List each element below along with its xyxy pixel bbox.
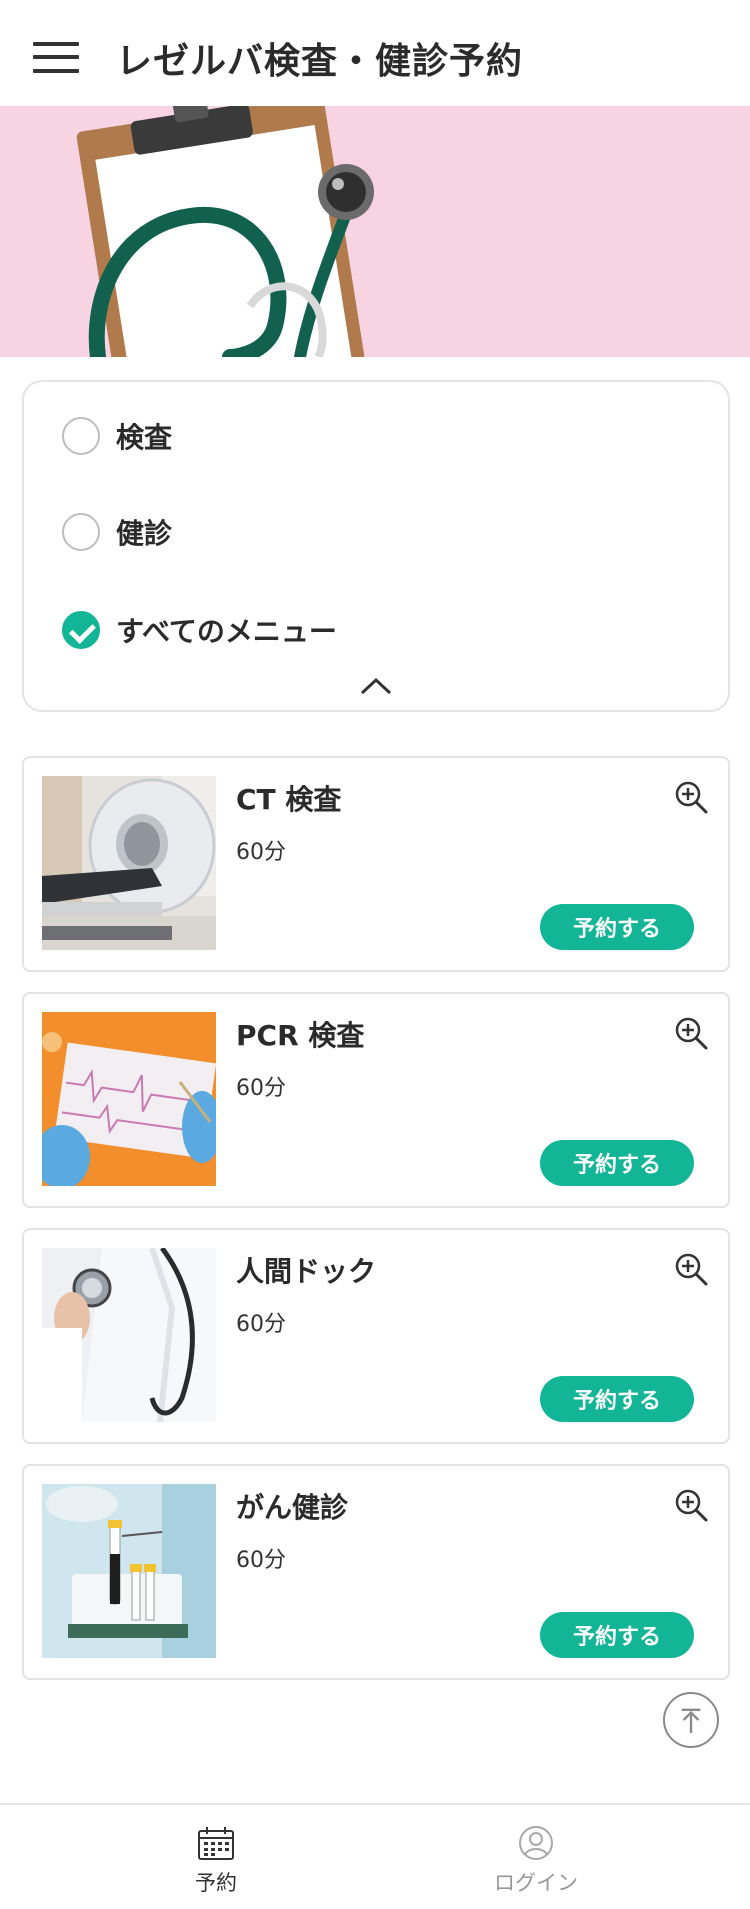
zoom-in-icon[interactable]	[674, 1016, 708, 1050]
menu-card-ct: CT 検査 60分 予約する	[22, 756, 730, 972]
filter-option-kensa[interactable]: 検査	[62, 414, 172, 458]
chevron-up-icon[interactable]	[360, 676, 392, 696]
calendar-icon	[198, 1827, 234, 1860]
bottom-navigation: 予約 ログイン	[0, 1803, 750, 1909]
nav-label-login: ログイン	[494, 1871, 578, 1895]
hamburger-menu-icon[interactable]	[33, 40, 79, 74]
nav-item-login[interactable]: ログイン	[436, 1805, 636, 1909]
menu-duration: 60分	[236, 1548, 286, 1573]
radio-button-kenshin[interactable]	[62, 513, 100, 551]
radio-button-kensa[interactable]	[62, 417, 100, 455]
menu-card-ningen-dock: 人間ドック 60分 予約する	[22, 1228, 730, 1444]
gloved-hands-ecg-chart-photo	[42, 1012, 216, 1186]
app-title: レゼルバ検査・健診予約	[116, 41, 524, 82]
app-header: レゼルバ検査・健診予約	[0, 0, 750, 106]
zoom-in-icon[interactable]	[674, 1488, 708, 1522]
filter-option-kenshin[interactable]: 健診	[62, 510, 172, 554]
nav-item-reservation[interactable]: 予約	[116, 1805, 316, 1909]
hero-banner	[0, 106, 750, 357]
menu-card-pcr: PCR 検査 60分 予約する	[22, 992, 730, 1208]
clipboard-stethoscope-illustration	[0, 106, 750, 357]
user-avatar-icon	[519, 1826, 553, 1860]
menu-title: CT 検査	[236, 783, 342, 816]
menu-title: がん健診	[236, 1491, 349, 1524]
blood-sample-tubes-photo	[42, 1484, 216, 1658]
filter-option-all-menus[interactable]: すべてのメニュー	[62, 608, 337, 652]
filter-label-kenshin: 健診	[116, 517, 173, 550]
nav-label-reservation: 予約	[195, 1871, 237, 1895]
reserve-button[interactable]: 予約する	[540, 1140, 694, 1186]
menu-title: 人間ドック	[236, 1255, 377, 1288]
doctor-with-stethoscope-photo	[42, 1248, 216, 1422]
zoom-in-icon[interactable]	[674, 780, 708, 814]
radio-button-all-menus[interactable]	[62, 611, 100, 649]
menu-title: PCR 検査	[236, 1019, 365, 1052]
reserve-button[interactable]: 予約する	[540, 1376, 694, 1422]
reserve-button[interactable]: 予約する	[540, 904, 694, 950]
category-filter-panel: 検査 健診 すべてのメニュー	[22, 380, 730, 712]
arrow-up-to-top-icon[interactable]	[663, 1692, 719, 1748]
ct-scanner-photo	[42, 776, 216, 950]
filter-label-all-menus: すべてのメニュー	[116, 615, 337, 648]
menu-duration: 60分	[236, 1076, 286, 1101]
reserve-button[interactable]: 予約する	[540, 1612, 694, 1658]
zoom-in-icon[interactable]	[674, 1252, 708, 1286]
menu-duration: 60分	[236, 1312, 286, 1337]
menu-duration: 60分	[236, 840, 286, 865]
menu-card-gan-kenshin: がん健診 60分 予約する	[22, 1464, 730, 1680]
filter-label-kensa: 検査	[116, 421, 173, 454]
